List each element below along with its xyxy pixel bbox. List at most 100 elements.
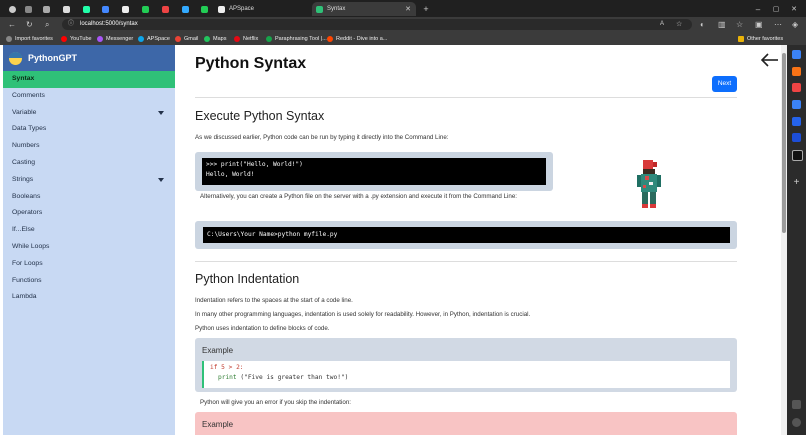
pinned-tab[interactable] — [157, 2, 173, 16]
favorite-label: Maps — [213, 36, 227, 42]
pixel-character-image — [637, 160, 661, 208]
paraphrasing-icon — [266, 36, 272, 42]
workspaces-icon[interactable] — [20, 2, 36, 16]
other-favorites[interactable]: Other favorites — [738, 34, 783, 44]
back-arrow-icon[interactable] — [760, 53, 780, 67]
example-box: Example if 5 > 2: print ("Five is greate… — [195, 338, 737, 392]
tools-icon[interactable] — [792, 83, 801, 92]
pinned-tab[interactable] — [137, 2, 153, 16]
code-content[interactable]: >>> print("Hello, World!") Hello, World! — [202, 158, 546, 185]
minimize-icon[interactable]: – — [750, 2, 766, 16]
favorite-label: APSpace — [147, 36, 170, 42]
tab-label: Syntax — [327, 6, 346, 12]
sidebar-item-while-loops[interactable]: While Loops — [3, 239, 175, 256]
tiktok-icon[interactable] — [792, 150, 803, 161]
messenger-icon — [97, 36, 103, 42]
apspace-favicon-icon — [218, 5, 225, 13]
settings-gear-icon[interactable] — [792, 418, 801, 427]
collections-icon[interactable]: ▣ — [755, 19, 763, 30]
tab-apspace[interactable]: APSpace — [214, 2, 310, 16]
sidebar-header[interactable]: PythonGPT — [3, 45, 175, 71]
sidebar-item-label: Casting — [12, 158, 36, 166]
pinned-tab[interactable] — [117, 2, 133, 16]
pinned-tab[interactable] — [78, 2, 94, 16]
new-tab-icon[interactable]: + — [418, 2, 434, 16]
info-icon[interactable]: ⓘ — [68, 19, 74, 30]
favorite-gmail[interactable]: Gmail — [175, 34, 198, 44]
favorite-import[interactable]: Import favorites — [6, 34, 53, 44]
sidebar-item-lambda[interactable]: Lambda — [3, 289, 175, 306]
favorites-icon[interactable]: ☆ — [736, 19, 743, 30]
favorite-star-icon[interactable]: ☆ — [676, 19, 682, 30]
extension-icon[interactable]: ◐ — [700, 19, 705, 30]
browser-profile-icon[interactable] — [4, 2, 20, 16]
add-icon[interactable]: + — [792, 178, 801, 188]
games-icon[interactable] — [792, 100, 801, 109]
sidebar-item-operators[interactable]: Operators — [3, 205, 175, 222]
sidebar: PythonGPT Syntax Comments Variable Data … — [3, 45, 175, 435]
sidebar-item-data-types[interactable]: Data Types — [3, 121, 175, 138]
paragraph: Python uses indentation to define blocks… — [195, 325, 330, 332]
reddit-icon — [327, 36, 333, 42]
section-heading-indentation: Python Indentation — [195, 272, 300, 286]
sidebar-item-label: If...Else — [12, 226, 35, 234]
back-icon[interactable]: ← — [8, 19, 16, 30]
shopping-icon[interactable] — [792, 67, 801, 76]
screenshot-icon[interactable] — [792, 400, 801, 409]
favorite-apspace[interactable]: APSpace — [138, 34, 170, 44]
address-bar[interactable]: ⓘ localhost:5000/syntax A ☆ — [62, 19, 692, 30]
favorite-youtube[interactable]: YouTube — [61, 34, 92, 44]
window-close-icon[interactable]: ✕ — [786, 2, 802, 16]
sidebar-item-strings[interactable]: Strings — [3, 172, 175, 189]
pinned-tab[interactable] — [97, 2, 113, 16]
sidebar-item-for-loops[interactable]: For Loops — [3, 256, 175, 273]
search-icon[interactable]: ⌕ — [45, 19, 49, 30]
pinned-tab[interactable] — [58, 2, 74, 16]
sidebar-item-functions[interactable]: Functions — [3, 273, 175, 290]
tab-actions-icon[interactable] — [38, 2, 54, 16]
sidebar-item-booleans[interactable]: Booleans — [3, 189, 175, 206]
close-tab-icon[interactable]: ✕ — [405, 5, 411, 13]
tab-syntax[interactable]: Syntax ✕ — [312, 2, 416, 16]
gmail-icon — [175, 36, 181, 42]
read-aloud-icon[interactable]: A — [660, 19, 664, 30]
sidebar-item-label: Syntax — [12, 75, 35, 82]
scrollbar-thumb[interactable] — [782, 53, 786, 233]
sidebar-item-casting[interactable]: Casting — [3, 155, 175, 172]
office-icon[interactable] — [792, 117, 801, 126]
sidebar-item-variable[interactable]: Variable — [3, 105, 175, 122]
sidebar-item-syntax[interactable]: Syntax — [3, 71, 175, 88]
split-screen-icon[interactable]: ▥ — [718, 19, 726, 30]
code-line: >>> print("Hello, World!") — [206, 161, 303, 168]
divider — [195, 97, 737, 98]
example-code[interactable]: if 5 > 2: print ("Five is greater than t… — [202, 361, 730, 388]
refresh-icon[interactable]: ↻ — [26, 19, 33, 30]
import-icon — [6, 36, 12, 42]
page-title: Python Syntax — [195, 55, 307, 72]
sidebar-item-numbers[interactable]: Numbers — [3, 138, 175, 155]
chevron-down-icon[interactable] — [158, 110, 164, 115]
paragraph: In many other programming languages, ind… — [195, 311, 531, 318]
example-box-error: Example — [195, 412, 737, 435]
sidebar-item-if-else[interactable]: If...Else — [3, 222, 175, 239]
favorite-netflix[interactable]: Netflix — [234, 34, 258, 44]
code-content[interactable]: C:\Users\Your Name>python myfile.py — [203, 227, 730, 243]
favorite-maps[interactable]: Maps — [204, 34, 226, 44]
favorite-messenger[interactable]: Messenger — [97, 34, 133, 44]
pinned-tab[interactable] — [177, 2, 193, 16]
outlook-icon[interactable] — [792, 133, 801, 142]
sidebar-item-label: Variable — [12, 108, 37, 116]
next-button[interactable]: Next — [712, 76, 737, 92]
youtube-icon — [61, 36, 67, 42]
pinned-tab[interactable] — [196, 2, 212, 16]
favorite-paraphrasing[interactable]: Paraphrasing Tool |... — [266, 34, 327, 44]
sidebar-item-comments[interactable]: Comments — [3, 88, 175, 105]
sidebar-item-label: Operators — [12, 209, 43, 217]
code-line: Hello, World! — [206, 171, 255, 178]
copilot-icon[interactable]: ◈ — [792, 19, 798, 30]
more-icon[interactable]: ⋯ — [774, 19, 782, 30]
maximize-icon[interactable]: ▢ — [768, 2, 784, 16]
search-sidebar-icon[interactable] — [792, 50, 801, 59]
favorite-reddit[interactable]: Reddit - Dive into a... — [327, 34, 387, 44]
chevron-down-icon[interactable] — [158, 177, 164, 182]
